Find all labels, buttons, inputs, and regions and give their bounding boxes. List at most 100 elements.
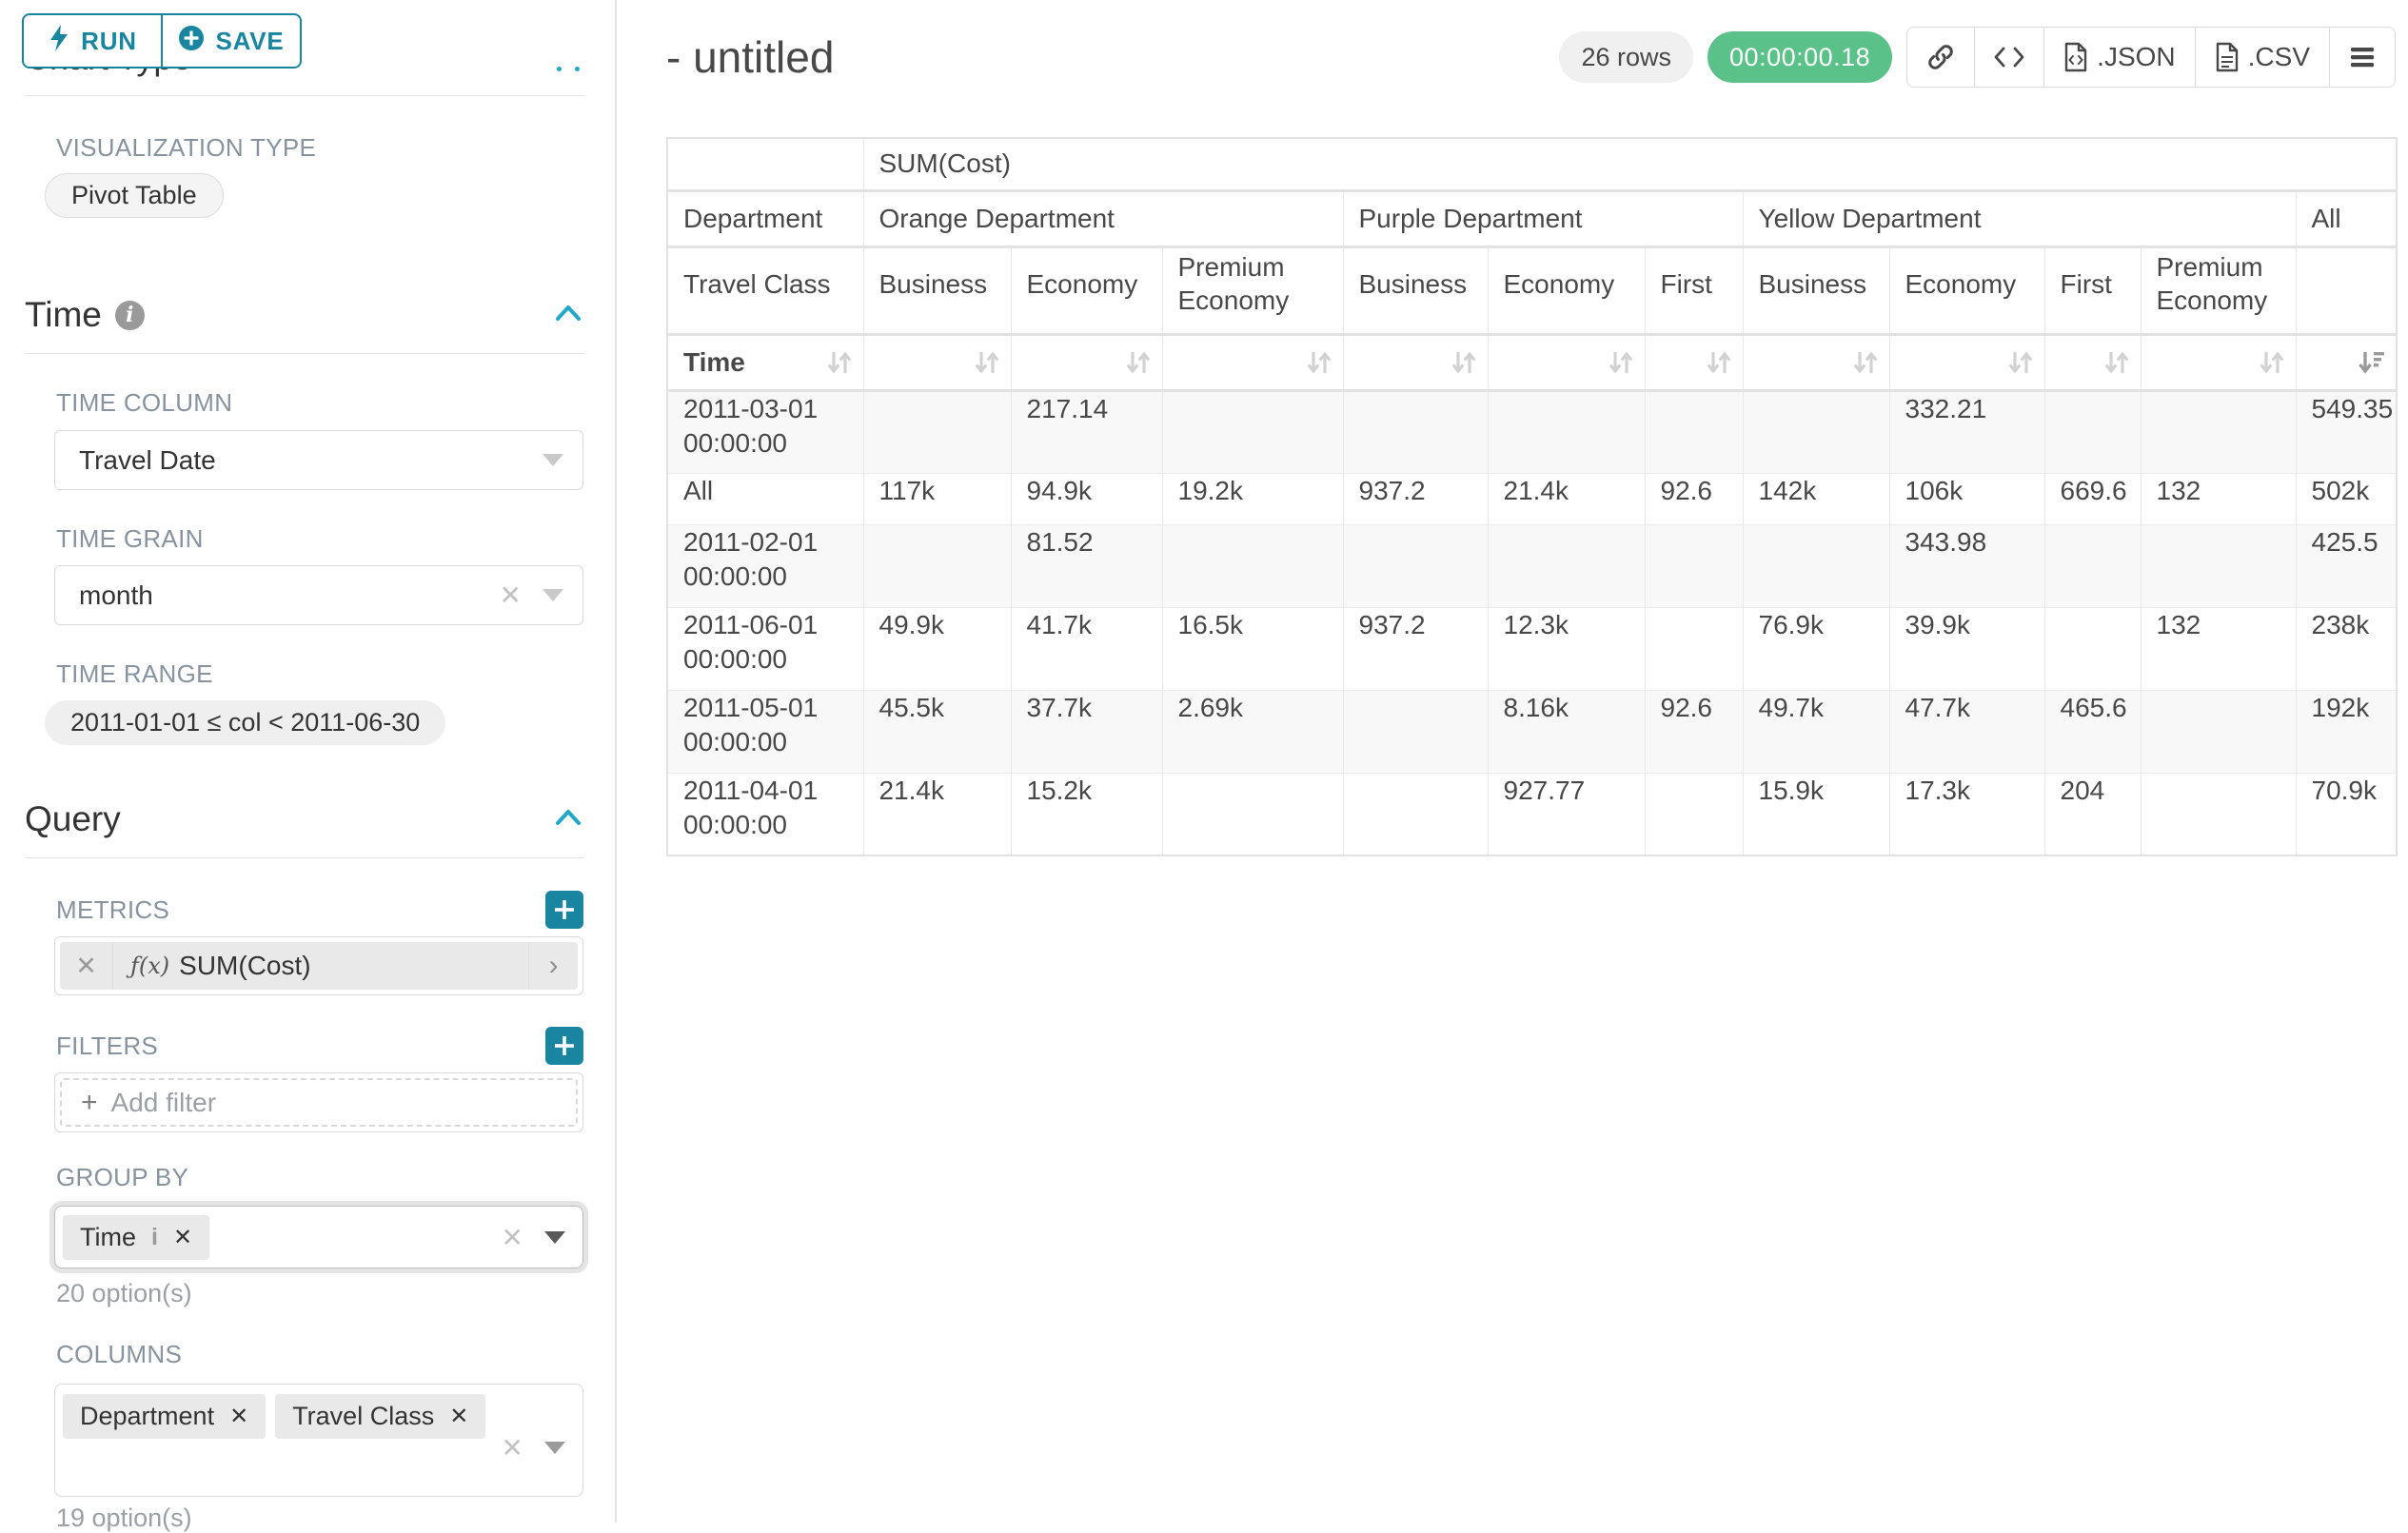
sort-icon[interactable]: [1305, 347, 1333, 378]
plus-circle-icon: [178, 25, 205, 58]
data-cell: [1743, 524, 1889, 607]
travel-class-header: Premium Economy: [1162, 246, 1343, 334]
data-cell: 192k: [2296, 690, 2397, 773]
chevron-down-icon[interactable]: [544, 1442, 565, 1454]
data-cell: [1645, 524, 1743, 607]
time-column-label: TIME COLUMN: [56, 388, 232, 418]
sortable-column-header: [1343, 334, 1488, 390]
remove-chip-icon[interactable]: ✕: [449, 1403, 468, 1430]
save-button[interactable]: SAVE: [161, 13, 302, 69]
remove-metric-icon[interactable]: ✕: [60, 942, 113, 990]
data-cell: [1488, 390, 1645, 473]
remove-chip-icon[interactable]: ✕: [173, 1224, 192, 1251]
sortable-column-header: [2141, 334, 2296, 390]
data-cell: 217.14: [1011, 390, 1162, 473]
results-menu-button[interactable]: [2329, 28, 2395, 87]
row-header-time: 2011-02-01 00:00:00: [667, 524, 863, 607]
data-cell: [1343, 524, 1488, 607]
divider: [25, 353, 584, 354]
clear-icon[interactable]: ✕: [500, 580, 522, 611]
field-chip[interactable]: Timei ✕: [63, 1215, 209, 1260]
group-by-select[interactable]: Timei ✕ ✕: [54, 1206, 583, 1268]
columns-select[interactable]: Department✕Travel Class✕ ✕: [54, 1384, 583, 1497]
sort-icon[interactable]: [2258, 347, 2286, 378]
sort-icon[interactable]: [1607, 347, 1635, 378]
save-button-label: SAVE: [215, 27, 284, 56]
chart-title[interactable]: - untitled: [666, 31, 834, 83]
chevron-down-icon[interactable]: [543, 454, 563, 466]
query-section-title: Query: [25, 799, 121, 839]
data-cell: [1343, 690, 1488, 773]
info-icon: i: [151, 1224, 158, 1251]
travel-class-header: Economy: [1488, 246, 1645, 334]
sort-icon[interactable]: [1124, 347, 1153, 378]
metric-header-cell: SUM(Cost): [863, 138, 2397, 190]
lightning-icon: [48, 24, 70, 59]
embed-code-button[interactable]: [1974, 28, 2043, 87]
department-group-header: Yellow Department: [1743, 190, 2296, 246]
divider: [25, 95, 584, 96]
expand-metric-icon[interactable]: ›: [528, 942, 578, 990]
visualization-type-pill[interactable]: Pivot Table: [45, 173, 224, 218]
chevron-down-icon[interactable]: [543, 589, 563, 601]
add-filter-button[interactable]: [545, 1027, 583, 1065]
row-header-time: 2011-06-01 00:00:00: [667, 607, 863, 690]
clear-icon[interactable]: ✕: [502, 1432, 523, 1464]
time-grain-select[interactable]: month ✕: [54, 565, 583, 625]
export-csv-label: .CSV: [2248, 42, 2310, 72]
export-csv-button[interactable]: .CSV: [2195, 28, 2329, 87]
department-axis-label: Department: [667, 190, 863, 246]
export-json-button[interactable]: .JSON: [2043, 28, 2194, 87]
data-cell: 502k: [2296, 473, 2397, 524]
sort-icon[interactable]: [1450, 347, 1478, 378]
sort-icon[interactable]: [2006, 347, 2035, 378]
time-column-value: Travel Date: [79, 445, 543, 476]
data-cell: 94.9k: [1011, 473, 1162, 524]
sort-icon[interactable]: [825, 347, 854, 378]
travel-class-header: First: [1645, 246, 1743, 334]
sort-icon[interactable]: [1851, 347, 1880, 378]
data-cell: 465.6: [2044, 690, 2141, 773]
query-section-header: Query: [25, 799, 584, 839]
data-cell: 39.9k: [1889, 607, 2044, 690]
data-cell: [1162, 773, 1343, 855]
data-cell: 92.6: [1645, 690, 1743, 773]
sort-icon[interactable]: [2102, 347, 2131, 378]
travel-class-header: Business: [1743, 246, 1889, 334]
add-metric-button[interactable]: [545, 891, 583, 929]
filters-label: FILTERS: [56, 1032, 158, 1061]
field-chip[interactable]: Travel Class✕: [275, 1394, 485, 1439]
time-column-select[interactable]: Travel Date: [54, 430, 583, 490]
sort-icon[interactable]: [1705, 347, 1733, 378]
collapse-section-icon[interactable]: [552, 302, 584, 329]
field-chip[interactable]: Department✕: [63, 1394, 266, 1439]
chart-type-collapse-icon[interactable]: [557, 67, 580, 71]
run-button-label: RUN: [81, 27, 137, 56]
data-cell: 49.9k: [863, 607, 1011, 690]
clear-icon[interactable]: ✕: [502, 1222, 523, 1253]
sort-icon[interactable]: [973, 347, 1001, 378]
data-cell: [2044, 524, 2141, 607]
data-cell: 2.69k: [1162, 690, 1343, 773]
sortable-column-header: [1162, 334, 1343, 390]
run-button[interactable]: RUN: [22, 13, 163, 69]
add-filter-dropzone[interactable]: + Add filter: [60, 1078, 578, 1127]
table-row: All117k94.9k19.2k937.221.4k92.6142k106k6…: [667, 473, 2397, 524]
sort-desc-icon[interactable]: [2356, 347, 2386, 378]
metric-pill[interactable]: ✕ ƒ(x) SUM(Cost) ›: [60, 942, 578, 990]
chevron-down-icon[interactable]: [544, 1231, 565, 1244]
csv-file-icon: [2215, 42, 2240, 72]
metrics-label-row: METRICS: [56, 891, 583, 929]
data-cell: 425.5: [2296, 524, 2397, 607]
time-axis-label: Time: [667, 334, 863, 390]
collapse-section-icon[interactable]: [552, 806, 584, 834]
share-link-button[interactable]: [1907, 28, 1974, 87]
remove-chip-icon[interactable]: ✕: [229, 1403, 248, 1430]
data-cell: 132: [2141, 607, 2296, 690]
data-cell: [2044, 607, 2141, 690]
field-chip-label: Time: [80, 1223, 136, 1252]
query-timer-badge: 00:00:00.18: [1707, 31, 1892, 83]
json-file-icon: [2063, 42, 2088, 72]
data-cell: 49.7k: [1743, 690, 1889, 773]
time-range-pill[interactable]: 2011-01-01 ≤ col < 2011-06-30: [45, 700, 445, 745]
